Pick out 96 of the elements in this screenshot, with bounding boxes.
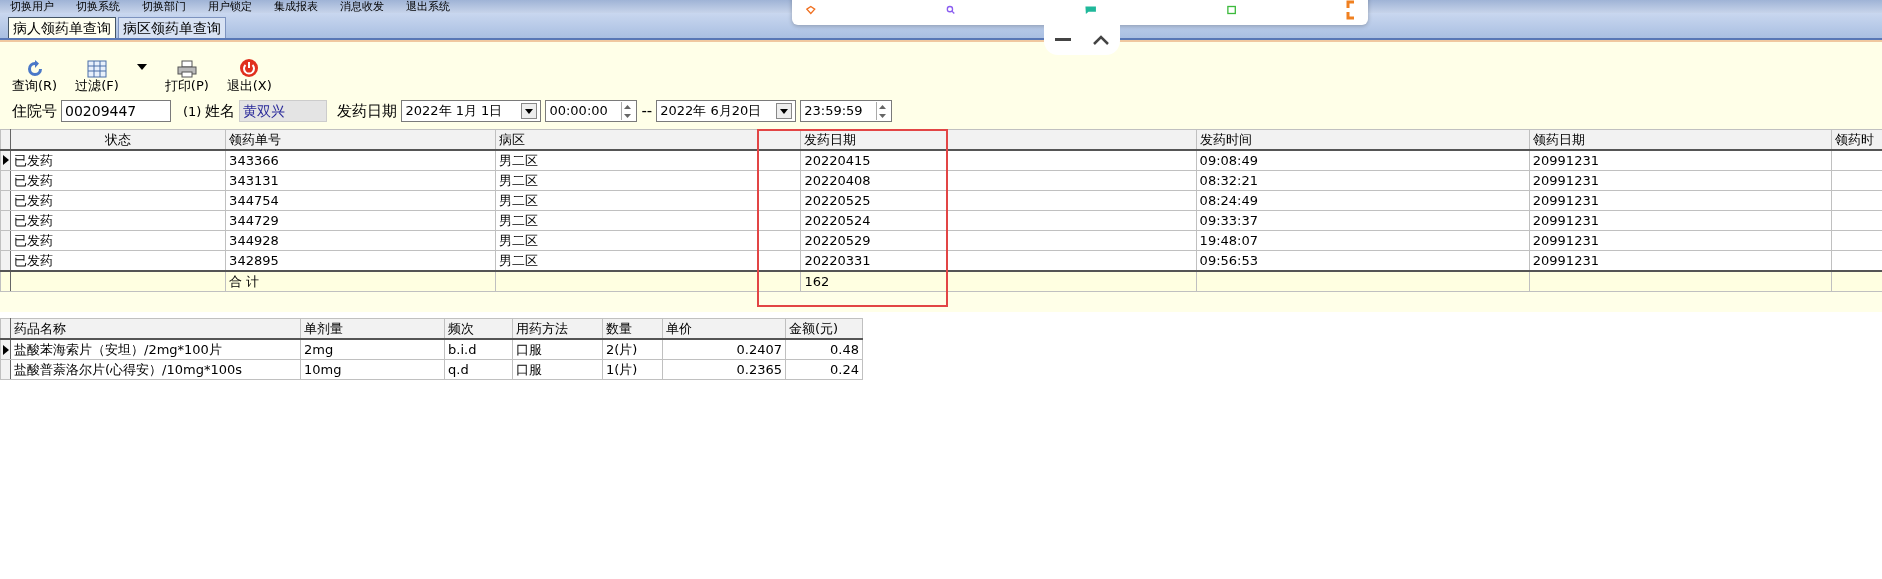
table-cell: 0.24 [785, 359, 863, 380]
table-cell: 男二区 [495, 149, 801, 170]
column-header[interactable]: 发药日期 [800, 129, 1197, 150]
table-cell: 09:33:37 [1196, 210, 1530, 230]
table-cell: q.d [444, 359, 513, 380]
table-cell: 19:48:07 [1196, 230, 1530, 250]
collapse-icon[interactable] [1093, 35, 1109, 45]
table-cell: b.i.d [444, 339, 513, 360]
toolbar-button[interactable]: 过滤(F) [75, 60, 119, 94]
table-cell: 已发药 [10, 170, 226, 190]
date-picker[interactable]: 2022年 6月20日 [656, 100, 797, 123]
caret-icon[interactable] [525, 108, 534, 114]
table-cell: 343131 [225, 170, 496, 190]
table-cell: 已发药 [10, 210, 226, 230]
column-header[interactable]: 频次 [444, 318, 513, 339]
table-cell: 344928 [225, 230, 496, 250]
row-header[interactable] [0, 149, 11, 170]
table-cell: 0.48 [785, 339, 863, 360]
printer-icon [176, 60, 197, 78]
table-cell: 男二区 [495, 170, 801, 190]
menu-item[interactable]: 用户锁定 [208, 1, 252, 13]
table-cell: 男二区 [495, 230, 801, 250]
column-header[interactable]: 状态 [10, 129, 226, 150]
column-header[interactable]: 领药时 [1831, 129, 1882, 150]
table-cell: 口服 [512, 339, 603, 360]
menu-item[interactable]: 退出系统 [406, 1, 450, 13]
minimize-icon[interactable] [1055, 38, 1071, 42]
table-cell: 20991231 [1529, 210, 1832, 230]
toolbar-button[interactable]: 退出(X) [226, 58, 272, 94]
table-cell: 20991231 [1529, 170, 1832, 190]
refresh-icon [25, 60, 44, 78]
table-cell: 344754 [225, 190, 496, 210]
caret-icon[interactable] [780, 108, 789, 114]
menu-item[interactable]: 切换系统 [76, 1, 120, 13]
column-header[interactable]: 发药时间 [1196, 129, 1530, 150]
total-cell: 合 计 [225, 270, 496, 291]
row-header[interactable] [0, 339, 11, 360]
column-header[interactable]: 领药单号 [225, 129, 496, 150]
table-cell: 1(片) [602, 359, 663, 380]
column-header[interactable]: 领药日期 [1529, 129, 1832, 150]
tab[interactable]: 病人领药单查询 [8, 17, 116, 38]
table-cell: 20220529 [800, 230, 1197, 250]
time-spinner[interactable]: 00:00:00 [545, 100, 638, 123]
column-header[interactable]: 金额(元) [785, 318, 863, 339]
table-cell: 已发药 [10, 190, 226, 210]
column-header[interactable]: 数量 [602, 318, 663, 339]
toolbar-button[interactable]: 查询(R) [12, 60, 58, 94]
caret-icon[interactable] [136, 64, 147, 70]
table-cell: 08:24:49 [1196, 190, 1530, 210]
table-cell: 0.2407 [662, 339, 786, 360]
power-icon [239, 58, 260, 78]
table-cell: 20220415 [800, 149, 1197, 170]
date-picker[interactable]: 2022年 1月 1日 [401, 100, 542, 123]
table-cell: 已发药 [10, 149, 226, 170]
menu-item[interactable]: 消息收发 [340, 1, 384, 13]
table-cell: 男二区 [495, 190, 801, 210]
table-cell: 344729 [225, 210, 496, 230]
table-cell: 口服 [512, 359, 603, 380]
toolbar-button[interactable]: 打印(P) [164, 60, 209, 94]
menu-item[interactable]: 切换用户 [10, 1, 54, 13]
table-cell: 盐酸苯海索片（安坦）/2mg*100片 [10, 339, 301, 360]
column-header[interactable]: 用药方法 [512, 318, 603, 339]
grid-icon [87, 60, 107, 78]
table-cell: 2(片) [602, 339, 663, 360]
table-cell: 2mg [300, 339, 445, 360]
column-header[interactable]: 单剂量 [300, 318, 445, 339]
separator-text: -- [641, 101, 653, 122]
table-cell: 20991231 [1529, 149, 1832, 170]
table-cell: 10mg [300, 359, 445, 380]
field-label: 住院号 [12, 101, 57, 122]
count-label: (1) [183, 102, 202, 121]
name-field[interactable]: 黄双兴 [239, 100, 328, 123]
table-cell: 男二区 [495, 210, 801, 230]
table-cell: 盐酸普萘洛尔片(心得安）/10mg*100s [10, 359, 301, 380]
table-cell: 343366 [225, 149, 496, 170]
table-cell: 08:32:21 [1196, 170, 1530, 190]
total-cell: 162 [800, 270, 1197, 291]
table-cell: 09:08:49 [1196, 149, 1530, 170]
table-cell: 20220525 [800, 190, 1197, 210]
table-cell: 0.2365 [662, 359, 786, 380]
inpatient-number-field[interactable]: 00209447 [61, 100, 171, 123]
column-header[interactable]: 病区 [495, 129, 801, 150]
menu-item[interactable]: 集成报表 [274, 1, 318, 13]
field-label: 发药日期 [337, 101, 398, 122]
time-spinner[interactable]: 23:59:59 [800, 100, 893, 123]
row-header[interactable] [0, 250, 11, 271]
table-cell: 20991231 [1529, 190, 1832, 210]
tab[interactable]: 病区领药单查询 [118, 17, 226, 38]
table-cell: 已发药 [10, 230, 226, 250]
table-cell: 20220408 [800, 170, 1197, 190]
column-header[interactable]: 单价 [662, 318, 786, 339]
table-cell: 20991231 [1529, 230, 1832, 250]
column-header[interactable]: 药品名称 [10, 318, 301, 339]
table-cell: 20220524 [800, 210, 1197, 230]
field-label: 姓名 [205, 101, 236, 122]
menu-item[interactable]: 切换部门 [142, 1, 186, 13]
